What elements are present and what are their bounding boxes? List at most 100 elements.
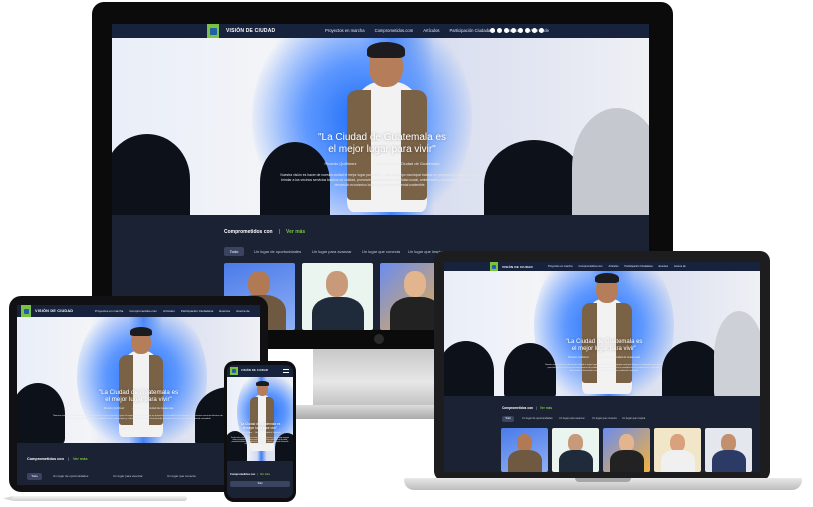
nav-item-acerca[interactable]: Acerca de [236,309,250,313]
speaker-photo [576,273,638,394]
hero-paragraph: Nuestra visión es hacer de nuestra ciuda… [280,173,480,187]
hero-quote: "La Ciudad de Guatemala es el mejor luga… [67,389,210,404]
byline-name: Ricardo Quiñónez [324,161,357,166]
tiktok-icon[interactable] [518,28,523,33]
camera-icon [374,334,384,344]
nav-item-eventos[interactable]: Eventos [219,309,230,313]
hero-quote-line2: el mejor lugar para vivir" [105,396,172,404]
spotify-icon[interactable] [525,28,530,33]
profile-card[interactable] [501,428,548,472]
hero-quote-line2: el mejor lugar para vivir" [328,144,436,155]
site-header: VISIÓN DE CIUDAD [227,365,293,377]
nav-item-articulos[interactable]: Artículos [163,309,175,313]
filter-tab-oportunidades[interactable]: Un lugar de oportunidades [53,474,88,478]
site-logo[interactable] [490,262,498,271]
menu-icon[interactable] [283,369,289,373]
laptop-notch [575,478,631,482]
filter-tab-todo[interactable]: Todo [27,473,42,480]
brand-name[interactable]: VISIÓN DE CIUDAD [226,28,275,34]
section-title: Comprometidos con | Ver más [224,229,306,235]
imac-stand [313,349,437,409]
see-all-link[interactable]: Ver más [540,406,552,410]
see-all-link[interactable]: Ver más [73,457,88,461]
site-logo[interactable] [230,367,238,375]
brand-name[interactable]: VISIÓN DE CIUDAD [502,265,533,269]
hero-banner: "La Ciudad de Guatemala es el mejor luga… [227,377,293,461]
section-title: Comprometidos con | Ver más [230,473,270,476]
phone-screen: VISIÓN DE CIUDAD "La Ciudad de Guatemala… [227,365,293,498]
section-title-text: Comprometidos con [230,473,256,476]
see-all-link[interactable]: Ver más [260,473,270,476]
section-title-text: Comprometidos con [224,229,273,235]
filter-tab-avanzar[interactable]: Un lugar para avanzar [312,249,352,254]
audience-silhouette [17,383,65,443]
byline-role: Alcalde de la Ciudad de Guatemala [255,433,281,434]
nav-item-eventos[interactable]: Eventos [659,265,668,268]
nav-item-comprometidos[interactable]: Comprometidos.com [375,28,414,33]
stylus [12,496,187,501]
section-title: Comprometidos con | Ver más [502,406,553,410]
nav-item-acerca[interactable]: Acerca de [674,265,686,268]
main-nav: Proyectos en marcha Comprometidos.com Ar… [548,265,686,268]
social-links [490,28,544,33]
filter-tab-conecta[interactable]: Un lugar que conecta [362,249,400,254]
nav-item-proyectos[interactable]: Proyectos en marcha [548,265,573,268]
byline-name: Ricardo Quiñónez [239,433,253,434]
filter-tab-avanzar[interactable]: Un lugar para avanzar [559,417,585,420]
nav-item-articulos[interactable]: Artículos [423,28,439,33]
site-logo[interactable] [207,24,219,38]
hero-byline: Ricardo Quiñónez Alcalde de la Ciudad de… [67,407,210,410]
filter-tab-todo[interactable]: Todo [502,416,514,422]
filter-tab-inspira[interactable]: Un lugar que inspira [622,417,645,420]
filter-tab-todo[interactable]: Todo [230,481,290,487]
profile-card[interactable] [705,428,752,472]
hero-byline: Ricardo Quiñónez Alcalde de la Ciudad de… [262,161,502,166]
nav-item-comprometidos[interactable]: Comprometidos.com [579,265,603,268]
filter-tab-oportunidades[interactable]: Un lugar de oportunidades [254,249,301,254]
facebook-icon[interactable] [490,28,495,33]
hero-quote: "La Ciudad de Guatemala es el mejor luga… [227,422,293,431]
site-logo[interactable] [21,305,31,317]
nav-item-participacion[interactable]: Participación Ciudadana [625,265,653,268]
profile-card[interactable] [552,428,599,472]
nav-item-participacion[interactable]: Participación Ciudadana [450,28,495,33]
background-wall [572,108,649,215]
filter-tab-conecta[interactable]: Un lugar que conecta [592,417,617,420]
nav-item-participacion[interactable]: Participación Ciudadana [181,309,214,313]
commitments-section: Comprometidos con | Ver más Todo Un luga… [444,396,760,472]
twitter-icon[interactable] [504,28,509,33]
nav-item-proyectos[interactable]: Proyectos en marcha [325,28,365,33]
instagram-icon[interactable] [497,28,502,33]
filter-tab-conecta[interactable]: Un lugar que conecta [167,474,196,478]
filter-tab-avanzar[interactable]: Un lugar para avanzar [113,474,143,478]
nav-item-articulos[interactable]: Artículos [608,265,618,268]
site-header: VISIÓN DE CIUDAD Proyectos en marcha Com… [444,262,760,271]
hero-byline: Ricardo Quiñónez Alcalde de la Ciudad de… [534,356,674,359]
hero-quote-line2: el mejor lugar para vivir" [242,425,278,430]
byline-role: Alcalde de la Ciudad de Guatemala [598,356,640,359]
filter-tab-oportunidades[interactable]: Un lugar de oportunidades [522,417,553,420]
site-header: VISIÓN DE CIUDAD Proyectos en marcha Com… [17,305,260,317]
commitments-section: Comprometidos con | Ver más Todo [227,461,293,498]
brand-name[interactable]: VISIÓN DE CIUDAD [241,369,268,372]
brand-name[interactable]: VISIÓN DE CIUDAD [35,309,73,313]
profile-card[interactable] [603,428,650,472]
audience-silhouette [227,431,247,461]
hero-quote: "La Ciudad de Guatemala es el mejor luga… [534,339,674,353]
hero-quote-line2: el mejor lugar para vivir" [571,346,637,353]
hero-byline: Ricardo Quiñónez Alcalde de la Ciudad de… [227,433,293,434]
section-title-text: Comprometidos con [27,457,64,461]
see-all-link[interactable]: Ver más [286,229,305,235]
linkedin-icon[interactable] [532,28,537,33]
hero-paragraph: Nuestra visión es hacer de nuestra ciuda… [53,415,223,421]
nav-item-proyectos[interactable]: Proyectos en marcha [95,309,123,313]
nav-item-comprometidos[interactable]: Comprometidos.com [129,309,157,313]
filter-tab-todo[interactable]: Todo [224,247,244,256]
audience-silhouette [112,134,190,215]
byline-role: Alcalde de la Ciudad de Guatemala [132,407,174,410]
profile-card[interactable] [302,263,373,330]
hero-paragraph: Nuestra visión es hacer de nuestra ciuda… [545,364,663,373]
youtube-icon[interactable] [511,28,516,33]
profile-card[interactable] [654,428,701,472]
whatsapp-icon[interactable] [539,28,544,33]
